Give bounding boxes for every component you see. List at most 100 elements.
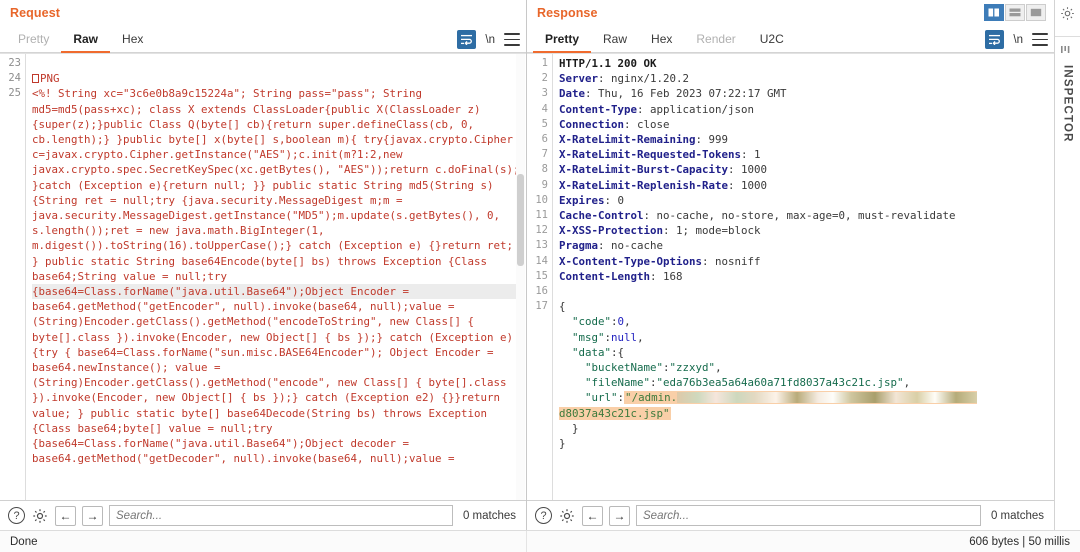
tab-response-raw[interactable]: Raw xyxy=(591,26,639,53)
search-next-button[interactable]: → xyxy=(609,505,630,526)
word-wrap-icon[interactable] xyxy=(457,30,477,49)
json-value-bucketname: "zzxyd" xyxy=(669,361,716,375)
tab-request-hex[interactable]: Hex xyxy=(110,26,155,53)
response-title: Response xyxy=(537,6,598,20)
header-value: close xyxy=(637,117,670,131)
response-match-count: 0 matches xyxy=(990,509,1044,522)
request-line-png: PNG xyxy=(40,72,60,86)
request-match-count: 0 matches xyxy=(462,509,516,522)
json-key-code: "code" xyxy=(572,315,612,329)
json-close-data-brace: } xyxy=(572,421,579,435)
header-name: X-Content-Type-Options xyxy=(559,254,703,268)
gear-icon[interactable] xyxy=(558,507,576,525)
header-name: Cache-Control xyxy=(559,209,644,223)
inspector-label[interactable]: INSPECTOR xyxy=(1062,65,1074,143)
split-horizontal-layout-button[interactable] xyxy=(1005,4,1025,21)
response-pane: Response Pretty Raw Hex Render U2C \n 1 … xyxy=(527,0,1054,530)
request-body-segment-1: <%! String xc="3c6e0b8a9c15224a"; String… xyxy=(32,87,520,283)
json-value-msg: null xyxy=(611,330,638,344)
response-status-line: HTTP/1.1 200 OK xyxy=(559,57,657,70)
request-body-highlighted-line: {base64=Class.forName("java.util.Base64"… xyxy=(32,284,520,300)
header-name: X-XSS-Protection xyxy=(559,224,664,238)
rail-divider xyxy=(1054,36,1080,37)
request-vertical-scrollbar[interactable] xyxy=(516,54,525,500)
header-name: Connection xyxy=(559,117,625,131)
status-left-text: Done xyxy=(0,531,527,552)
header-name: X-RateLimit-Remaining xyxy=(559,133,696,147)
header-value: no-cache, no-store, max-age=0, must-reva… xyxy=(656,209,956,223)
drag-grip-icon[interactable] xyxy=(1061,45,1074,57)
request-searchbar: ? ← → 0 matches xyxy=(0,500,526,530)
json-value-filename: "eda76b3ea5a64a60a71fd8037a43c21c.jsp" xyxy=(656,376,904,390)
tab-response-pretty[interactable]: Pretty xyxy=(533,26,592,53)
hamburger-menu-icon[interactable] xyxy=(504,33,520,46)
request-header: Request xyxy=(0,0,526,26)
header-value: 1; mode=block xyxy=(676,224,761,238)
tab-response-u2c[interactable]: U2C xyxy=(748,26,796,53)
json-key-bucketname: "bucketName" xyxy=(585,361,664,375)
status-right-text: 606 bytes | 50 millis xyxy=(969,535,1070,548)
tab-response-hex[interactable]: Hex xyxy=(639,26,684,53)
split-vertical-layout-button[interactable] xyxy=(984,4,1004,21)
response-editor[interactable]: 1 2 3 4 5 6 7 8 9 10 11 12 13 14 15 16 1 xyxy=(527,53,1054,500)
url-suffix: d8037a43c21c.jsp xyxy=(559,406,664,420)
request-search-input[interactable] xyxy=(109,505,453,526)
request-title: Request xyxy=(10,6,61,20)
control-char-box-icon xyxy=(32,74,39,84)
word-wrap-icon[interactable] xyxy=(985,30,1005,49)
header-name: Expires xyxy=(559,193,605,207)
response-line-numbers: 1 2 3 4 5 6 7 8 9 10 11 12 13 14 15 16 1 xyxy=(527,54,553,500)
header-value: 999 xyxy=(708,133,729,147)
tab-request-pretty[interactable]: Pretty xyxy=(6,26,61,53)
header-value: no-cache xyxy=(611,239,664,253)
header-value: application/json xyxy=(650,102,755,116)
request-editor[interactable]: 23 24 25 PNG <%! String xc="3c6e0b8a9c152… xyxy=(0,53,526,500)
status-bar: Done 606 bytes | 50 millis xyxy=(0,530,1080,552)
header-value: 1 xyxy=(754,148,761,162)
request-tabstrip: Pretty Raw Hex \n xyxy=(0,26,526,53)
search-previous-button[interactable]: ← xyxy=(55,505,76,526)
newline-toggle[interactable]: \n xyxy=(485,34,495,46)
gear-icon[interactable] xyxy=(1060,6,1075,24)
response-tabstrip: Pretty Raw Hex Render U2C \n xyxy=(527,26,1054,53)
inspector-rail[interactable]: INSPECTOR xyxy=(1054,0,1080,530)
header-name: Pragma xyxy=(559,239,599,253)
response-search-input[interactable] xyxy=(636,505,981,526)
response-body-text[interactable]: HTTP/1.1 200 OK Server: nginx/1.20.2 Dat… xyxy=(553,54,1054,500)
help-icon[interactable]: ? xyxy=(8,507,25,524)
newline-toggle[interactable]: \n xyxy=(1013,34,1023,46)
hamburger-menu-icon[interactable] xyxy=(1032,33,1048,46)
burp-message-editor: Request Pretty Raw Hex \n 23 24 25 PNG <… xyxy=(0,0,1080,552)
json-key-filename: "fileName" xyxy=(585,376,651,390)
header-name: X-RateLimit-Replenish-Rate xyxy=(559,178,729,192)
header-value: 168 xyxy=(663,269,683,283)
request-tab-tools: \n xyxy=(457,26,520,53)
request-line-numbers: 23 24 25 xyxy=(0,54,26,500)
single-pane-layout-button[interactable] xyxy=(1026,4,1046,21)
header-value: 0 xyxy=(617,193,625,207)
header-value: 1000 xyxy=(741,163,768,177)
header-value: Thu, 16 Feb 2023 07:22:17 GMT xyxy=(598,87,787,101)
header-name: Server xyxy=(559,72,599,86)
search-next-button[interactable]: → xyxy=(82,505,103,526)
json-key-msg: "msg" xyxy=(572,330,605,344)
header-value: nosniff xyxy=(715,254,761,268)
gear-icon[interactable] xyxy=(31,507,49,525)
header-name: Content-Length xyxy=(559,269,651,283)
tab-response-render[interactable]: Render xyxy=(684,26,747,53)
request-scroll-thumb[interactable] xyxy=(517,174,524,266)
json-key-data: "data" xyxy=(572,345,612,359)
header-name: X-RateLimit-Requested-Tokens xyxy=(559,148,742,162)
url-prefix: /admin. xyxy=(631,391,678,405)
tab-request-raw[interactable]: Raw xyxy=(61,26,111,53)
header-name: Date xyxy=(559,87,586,101)
layout-toggle-group xyxy=(984,4,1046,21)
header-name: X-RateLimit-Burst-Capacity xyxy=(559,163,729,177)
json-key-url: "url" xyxy=(585,391,618,405)
request-body-text[interactable]: PNG <%! String xc="3c6e0b8a9c15224a"; Str… xyxy=(26,54,526,500)
response-tab-tools: \n xyxy=(985,26,1048,53)
response-searchbar: ? ← → 0 matches xyxy=(527,500,1054,530)
search-previous-button[interactable]: ← xyxy=(582,505,603,526)
header-value: nginx/1.20.2 xyxy=(611,72,690,86)
help-icon[interactable]: ? xyxy=(535,507,552,524)
